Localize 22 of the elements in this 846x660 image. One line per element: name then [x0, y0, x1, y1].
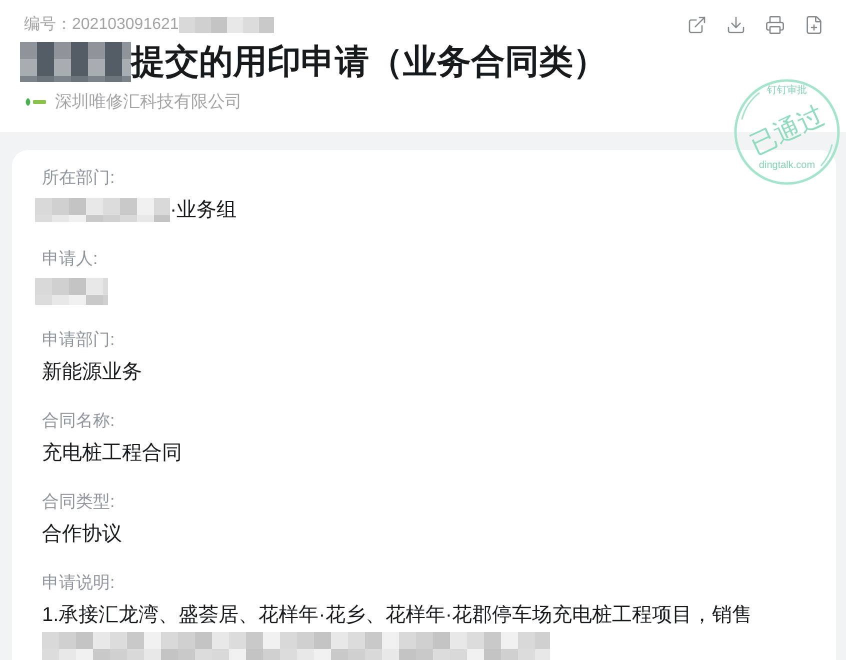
file-plus-icon[interactable] [804, 15, 824, 35]
external-link-icon[interactable] [687, 15, 707, 35]
field-value: 新能源业务 [42, 360, 142, 385]
field-label: 申请说明: [42, 572, 115, 594]
field-value: 合作协议 [42, 522, 122, 547]
field-label: 所在部门: [42, 167, 115, 189]
download-icon[interactable] [726, 15, 746, 35]
stamp-status: 已通过 [746, 102, 828, 158]
field-value: 充电桩工程合同 [42, 441, 182, 466]
field-value: ·业务组 [170, 198, 237, 223]
field-label: 申请部门: [42, 329, 115, 351]
serial-number: 编号：202103091621 [24, 14, 179, 35]
page-title: 提交的用印申请（业务合同类） [131, 42, 607, 82]
field-value: 1.承接汇龙湾、盛荟居、花样年·花乡、花样年·花郡停车场充电桩工程项目，销售 [42, 603, 752, 628]
field-label: 合同类型: [42, 491, 115, 513]
company-name: 深圳唯修汇科技有限公司 [55, 91, 242, 113]
stamp-caption: 钉钉审批 [767, 85, 807, 97]
field-label: 申请人: [42, 248, 98, 270]
printer-icon[interactable] [765, 15, 785, 35]
stamp-domain: dingtalk.com [758, 160, 816, 172]
leaf-logo-icon [24, 97, 47, 107]
field-label: 合同名称: [42, 410, 115, 432]
